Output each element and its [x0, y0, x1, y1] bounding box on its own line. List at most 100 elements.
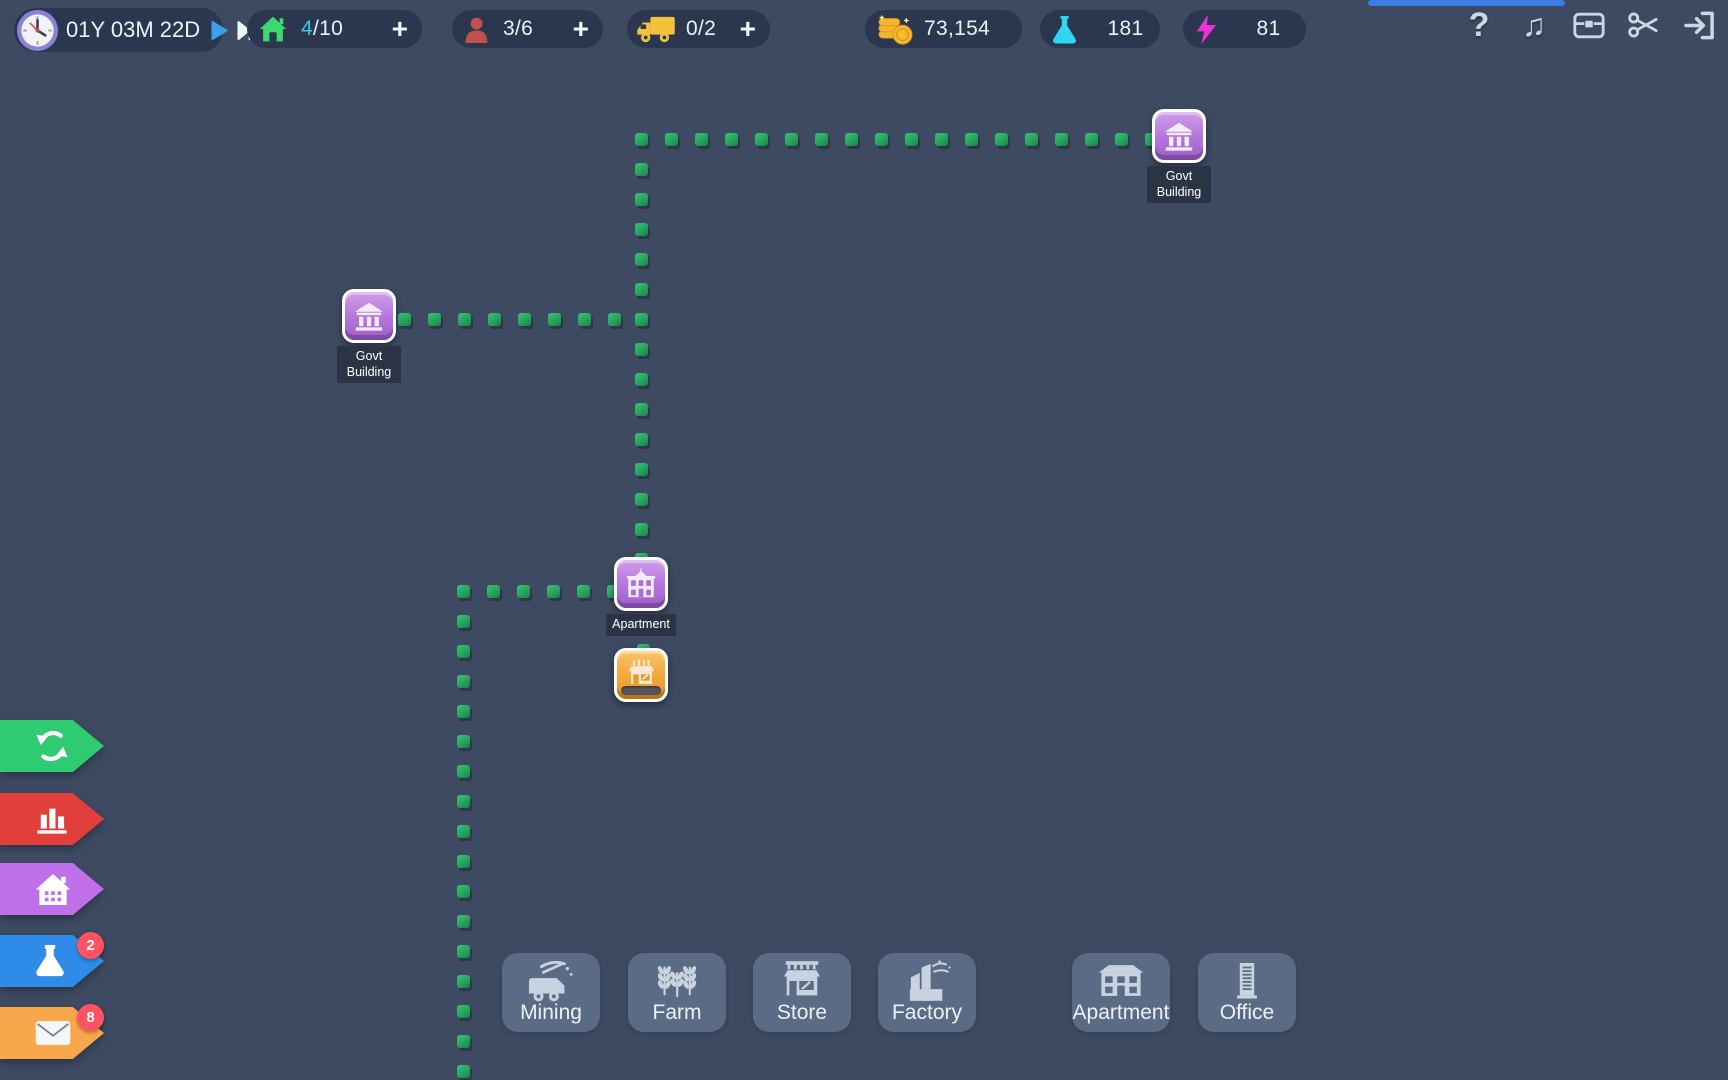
path-dot	[935, 133, 948, 146]
flag-shape	[0, 720, 104, 772]
path-dot	[577, 585, 590, 598]
path-dot	[457, 1065, 470, 1078]
help-icon: ?	[1469, 6, 1490, 45]
path-dot	[457, 975, 470, 988]
building-store-under-construction[interactable]	[614, 648, 668, 702]
building-govt-northeast[interactable]: Govt Building	[1152, 109, 1206, 163]
path-dot	[635, 493, 648, 506]
person-icon	[463, 16, 490, 43]
music-button[interactable]: ♫	[1517, 7, 1551, 43]
chest-icon	[1572, 10, 1606, 41]
path-dot	[635, 463, 648, 476]
clock-icon	[16, 9, 59, 52]
path-dot	[547, 585, 560, 598]
building-tile[interactable]	[342, 289, 396, 343]
recycle-icon	[33, 727, 71, 765]
exit-button[interactable]	[1682, 7, 1716, 43]
apartment-icon	[624, 567, 658, 601]
build-button-label: Farm	[653, 1001, 702, 1025]
build-apartment-button[interactable]: Apartment	[1072, 953, 1170, 1032]
path-dot	[518, 313, 531, 326]
time-pill: 01Y 03M 22D	[14, 8, 223, 52]
build-store-button[interactable]: Store	[753, 953, 851, 1032]
path-dot	[457, 705, 470, 718]
build-office-button[interactable]: Office	[1198, 953, 1296, 1032]
coins-icon	[876, 12, 914, 46]
path-dot	[457, 915, 470, 928]
path-dot	[635, 523, 648, 536]
build-farm-button[interactable]: Farm	[628, 953, 726, 1032]
path-dot	[635, 373, 648, 386]
build-mining-button[interactable]: Mining	[502, 953, 600, 1032]
energy-amount: 81	[1231, 17, 1292, 41]
stats-menu-button[interactable]	[0, 793, 104, 845]
path-dot	[487, 585, 500, 598]
housing-stat-pill: 4/10 +	[247, 10, 422, 48]
path-dot	[457, 1005, 470, 1018]
house-icon	[33, 871, 73, 908]
mail-menu-button[interactable]: 8	[0, 1007, 104, 1059]
building-govt-west[interactable]: Govt Building	[342, 289, 396, 343]
path-dot	[457, 645, 470, 658]
path-dot	[548, 313, 561, 326]
path-dot	[845, 133, 858, 146]
play-button[interactable]	[211, 20, 228, 41]
research-pill: 181	[1040, 10, 1160, 48]
housing-menu-button[interactable]	[0, 863, 104, 915]
money-amount: 73,154	[924, 17, 990, 41]
exit-icon	[1683, 9, 1716, 42]
building-tile[interactable]	[614, 648, 668, 702]
path-dot	[725, 133, 738, 146]
house-icon	[258, 15, 288, 43]
bank-icon	[1162, 119, 1196, 153]
bar-chart-icon	[33, 801, 71, 837]
path-dot	[695, 133, 708, 146]
path-dot	[995, 133, 1008, 146]
build-button-label: Factory	[892, 1001, 962, 1025]
path-dot	[1025, 133, 1038, 146]
research-menu-button[interactable]: 2	[0, 935, 104, 987]
building-apartment[interactable]: Apartment	[614, 557, 668, 611]
path-dot	[428, 313, 441, 326]
path-dot	[635, 433, 648, 446]
path-dot	[457, 795, 470, 808]
production-menu-button[interactable]	[0, 720, 104, 772]
storage-button[interactable]	[1572, 7, 1606, 43]
path-dot	[965, 133, 978, 146]
path-dot	[635, 343, 648, 356]
building-tile[interactable]	[1152, 109, 1206, 163]
path-dot	[457, 855, 470, 868]
housing-count: 4/10	[301, 17, 343, 41]
building-label: Govt Building	[1147, 166, 1211, 203]
build-factory-button[interactable]: Factory	[878, 953, 976, 1032]
research-points: 181	[1091, 17, 1146, 41]
cut-button[interactable]	[1627, 7, 1661, 43]
path-dot	[1115, 133, 1128, 146]
build-button-label: Mining	[520, 1001, 582, 1025]
path-dot	[875, 133, 888, 146]
path-dot	[517, 585, 530, 598]
workers-stat-pill: 3/6 +	[452, 10, 603, 48]
path-dot	[398, 313, 411, 326]
flask-icon	[33, 942, 67, 980]
path-dot	[635, 133, 648, 146]
game-date: 01Y 03M 22D	[66, 17, 200, 43]
truck-icon	[635, 14, 677, 44]
lightning-icon	[1194, 14, 1218, 45]
help-button[interactable]: ?	[1462, 7, 1496, 43]
workers-count: 3/6	[503, 17, 533, 41]
research-badge: 2	[77, 932, 104, 959]
path-dot	[457, 945, 470, 958]
flag-shape	[0, 863, 104, 915]
building-label: Apartment	[606, 614, 676, 636]
path-dot	[457, 1035, 470, 1048]
path-dot	[635, 403, 648, 416]
path-dot	[635, 313, 648, 326]
build-button-label: Office	[1220, 1001, 1274, 1025]
path-dot	[457, 585, 470, 598]
path-dot	[635, 283, 648, 296]
building-tile[interactable]	[614, 557, 668, 611]
path-dot	[457, 735, 470, 748]
path-dot	[457, 825, 470, 838]
path-dot	[457, 615, 470, 628]
